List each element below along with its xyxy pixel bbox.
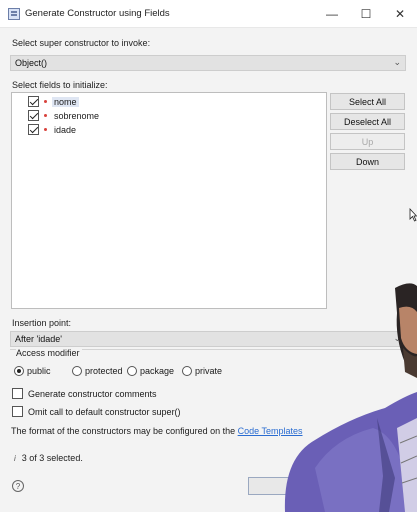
omit-super-option[interactable]: Omit call to default constructor super() — [12, 406, 181, 417]
field-icon — [44, 128, 47, 131]
radio-indicator[interactable] — [182, 366, 192, 376]
radio-label: private — [195, 366, 223, 376]
dialog-title: Generate Constructor using Fields — [25, 8, 170, 19]
super-constructor-combo[interactable]: Object() ⌄ — [10, 55, 406, 71]
generate-comments-checkbox[interactable] — [12, 388, 23, 399]
radio-package[interactable]: package — [127, 366, 174, 376]
radio-indicator[interactable] — [72, 366, 82, 376]
field-icon — [44, 100, 47, 103]
field-checkbox-idade[interactable] — [28, 124, 39, 135]
radio-label: public — [27, 366, 51, 376]
field-checkbox-sobrenome[interactable] — [28, 110, 39, 121]
title-bar: Generate Constructor using Fields — ☐ ✕ — [0, 0, 417, 28]
radio-private[interactable]: private — [182, 366, 222, 376]
radio-label: protected — [85, 366, 123, 376]
template-info-prefix: The format of the constructors may be co… — [11, 426, 238, 436]
field-name: nome — [52, 96, 79, 107]
help-icon[interactable]: ? — [12, 480, 24, 492]
dialog-icon — [8, 7, 20, 20]
maximize-button[interactable]: ☐ — [349, 0, 383, 28]
minimize-button[interactable]: — — [315, 0, 349, 28]
field-icon — [44, 114, 47, 117]
field-checkbox-nome[interactable] — [28, 96, 39, 107]
generate-comments-label: Generate constructor comments — [28, 388, 157, 399]
super-constructor-label: Select super constructor to invoke: — [12, 38, 151, 48]
chevron-down-icon: ⌄ — [393, 57, 401, 67]
field-row-idade[interactable]: idade — [28, 123, 78, 136]
generate-comments-option[interactable]: Generate constructor comments — [12, 388, 157, 399]
mouse-cursor-icon — [409, 208, 417, 222]
deselect-all-button[interactable]: Deselect All — [330, 113, 405, 130]
info-icon: i — [14, 453, 16, 463]
down-button[interactable]: Down — [330, 153, 405, 170]
select-all-button[interactable]: Select All — [330, 93, 405, 110]
field-name: idade — [54, 124, 77, 135]
fields-label: Select fields to initialize: — [12, 80, 108, 90]
field-row-sobrenome[interactable]: sobrenome — [28, 109, 101, 122]
selection-status-text: 3 of 3 selected. — [21, 453, 83, 463]
up-button[interactable]: Up — [330, 133, 405, 150]
access-modifier-label: Access modifier — [16, 348, 82, 358]
super-constructor-value: Object() — [15, 58, 48, 68]
radio-label: package — [140, 366, 175, 376]
close-button[interactable]: ✕ — [383, 0, 417, 28]
radio-protected[interactable]: protected — [72, 366, 123, 376]
radio-indicator[interactable] — [127, 366, 137, 376]
radio-public[interactable]: public — [14, 366, 51, 376]
window-controls: — ☐ ✕ — [315, 0, 417, 28]
insertion-point-value: After 'idade' — [15, 334, 62, 344]
omit-super-checkbox[interactable] — [12, 406, 23, 417]
field-row-nome[interactable]: nome — [28, 95, 79, 108]
field-name: sobrenome — [54, 110, 100, 121]
selection-status: i 3 of 3 selected. — [14, 453, 83, 463]
radio-indicator[interactable] — [14, 366, 24, 376]
webcam-presenter-overlay — [284, 283, 417, 512]
omit-super-label: Omit call to default constructor super() — [28, 406, 181, 417]
insertion-point-label: Insertion point: — [12, 318, 72, 328]
